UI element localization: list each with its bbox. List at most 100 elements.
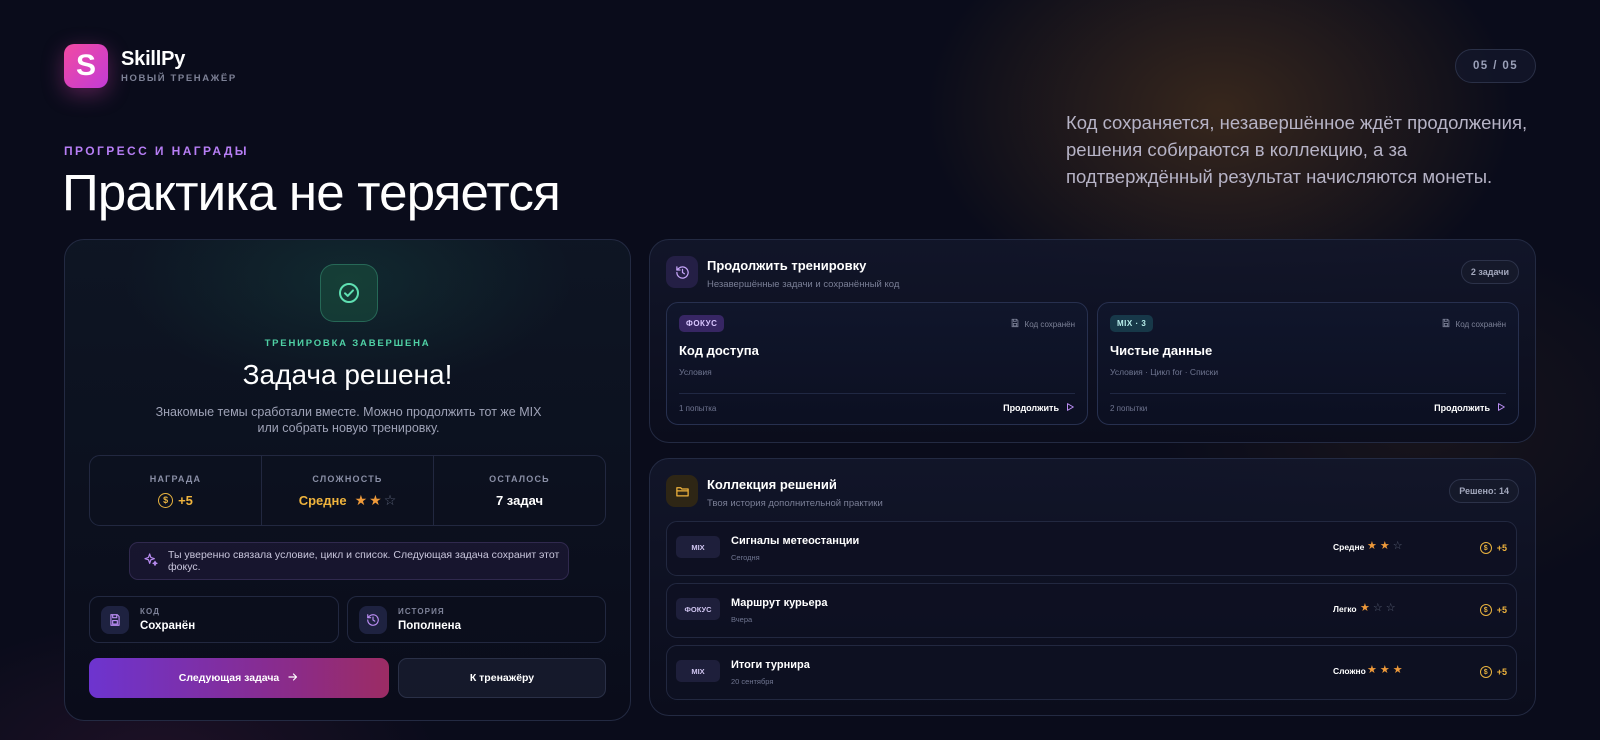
star-filled-icon: ★ [1367,664,1377,676]
solution-name: Итоги турнира [731,659,810,671]
history-value: Пополнена [398,620,461,632]
solution-difficulty: Сложно [1333,666,1366,676]
app-logo: S [64,44,108,88]
task-attempts: 2 попытки [1110,404,1148,413]
page-counter: 05 / 05 [1455,49,1536,83]
task-title: Код доступа [679,343,759,358]
stat-reward-value: +5 [178,492,193,508]
task-tag: ФОКУС [679,315,725,332]
collection-panel: Коллекция решений Твоя история дополните… [649,458,1536,716]
solution-date: 20 сентября [731,677,774,686]
code-status: КОД Сохранён [89,596,339,643]
stat-difficulty-value: Средне [298,492,347,508]
brand[interactable]: S SkillPy НОВЫЙ ТРЕНАЖЁР [64,44,237,88]
task-title: Чистые данные [1110,343,1213,358]
feedback-tip: Ты уверенно связала условие, цикл и спис… [129,542,569,580]
play-icon [1496,402,1506,414]
divider [1110,393,1506,394]
coin-icon: $ [1479,542,1492,554]
solution-name: Сигналы метеостанции [731,535,860,547]
sparkles-icon [143,552,159,571]
save-icon [101,605,129,634]
code-label: КОД [140,607,160,616]
app-name: SkillPy [121,48,186,70]
solution-difficulty: Средне [1333,542,1365,552]
task-tag: MIX · 3 [1110,315,1154,332]
difficulty-stars: ★ ★ ☆ [355,493,397,507]
stat-reward-label: НАГРАДА [149,473,202,484]
next-task-label: Следующая задача [178,672,280,684]
solution-tag: MIX [676,536,720,558]
solution-tag: ФОКУС [676,598,720,620]
check-circle-icon [320,264,378,322]
continue-button[interactable]: Продолжить [1434,402,1506,414]
star-empty-icon: ☆ [383,492,397,508]
stat-reward: НАГРАДА $ +5 [90,456,261,525]
continue-panel-title: Продолжить тренировку [707,258,867,273]
star-empty-icon: ☆ [1372,602,1383,614]
stat-difficulty: СЛОЖНОСТЬ Средне ★ ★ ☆ [261,456,433,525]
task-attempts: 1 попытка [679,404,717,413]
back-to-trainer-button[interactable]: К тренажёру [398,658,606,698]
collection-panel-title: Коллекция решений [707,477,837,492]
stat-remaining-label: ОСТАЛОСЬ [489,473,550,484]
solution-date: Сегодня [731,553,760,562]
save-icon [1010,318,1020,330]
continue-button[interactable]: Продолжить [1003,402,1075,414]
solution-name: Маршрут курьера [731,597,828,609]
coin-icon: $ [1479,666,1492,678]
section-eyebrow: ПРОГРЕСС И НАГРАДЫ [64,144,249,158]
solution-row[interactable]: MIX Сигналы метеостанции Сегодня Средне … [666,521,1517,576]
solution-reward: +5 [1496,667,1507,677]
task-topics: Условия · Цикл for · Списки [1110,367,1219,377]
task-topics: Условия [679,367,712,377]
result-title: Задача решена! [242,359,453,390]
star-filled-icon: ★ [1392,664,1403,676]
stat-remaining-value: 7 задач [495,492,544,508]
star-filled-icon: ★ [1379,540,1390,552]
history-icon [666,256,698,288]
solution-tag: MIX [676,660,720,682]
history-icon [359,605,387,634]
next-task-button[interactable]: Следующая задача [89,658,389,698]
continue-panel: Продолжить тренировку Незавершённые зада… [649,239,1536,443]
star-filled-icon: ★ [1379,664,1390,676]
task-saved-label: Код сохранён [1455,319,1506,329]
code-value: Сохранён [140,620,196,632]
page-title: Практика не теряется [62,164,561,221]
arrow-right-icon [287,671,299,686]
star-filled-icon: ★ [354,492,368,508]
task-saved-label: Код сохранён [1024,319,1075,329]
solution-row[interactable]: ФОКУС Маршрут курьера Вчера Легко ★ ☆ ☆ $ … [666,583,1517,638]
solution-stars: ★ ★ ☆ [1367,541,1403,552]
solved-count-badge: Решено: 14 [1449,479,1519,503]
continue-panel-subtitle: Незавершённые задачи и сохранённый код [707,279,900,290]
solution-row[interactable]: MIX Итоги турнира 20 сентября Сложно ★ ★ ★… [666,645,1517,700]
star-filled-icon: ★ [1360,602,1370,614]
status-label: ТРЕНИРОВКА ЗАВЕРШЕНА [264,338,431,349]
solution-stars: ★ ☆ ☆ [1360,603,1396,614]
task-card[interactable]: ФОКУС Код сохранён Код доступа Условия 1… [666,302,1088,425]
solution-reward: +5 [1496,605,1507,615]
star-filled-icon: ★ [1367,540,1377,552]
star-empty-icon: ☆ [1385,602,1396,614]
history-status: ИСТОРИЯ Пополнена [347,596,606,643]
task-card[interactable]: MIX · 3 Код сохранён Чистые данные Услов… [1097,302,1519,425]
solution-stars: ★ ★ ★ [1367,665,1403,676]
continue-label: Продолжить [1003,403,1059,413]
history-label: ИСТОРИЯ [398,607,445,616]
result-stats: НАГРАДА $ +5 СЛОЖНОСТЬ Средне ★ ★ ☆ ОСТАЛО… [89,455,606,526]
collection-panel-subtitle: Твоя история дополнительной практики [707,498,883,509]
result-card: ТРЕНИРОВКА ЗАВЕРШЕНА Задача решена! Знак… [64,239,631,721]
play-icon [1065,402,1075,414]
page-lead: Код сохраняется, незавершённое ждёт прод… [1066,112,1528,187]
solution-reward: +5 [1496,543,1507,553]
solution-date: Вчера [731,615,753,624]
divider [679,393,1075,394]
star-empty-icon: ☆ [1392,540,1403,552]
result-text: Знакомые темы сработали вместе. Можно пр… [155,405,542,435]
continue-label: Продолжить [1434,403,1490,413]
folder-icon [666,475,698,507]
feedback-tip-text: Ты уверенно связала условие, цикл и спис… [168,549,560,573]
solution-difficulty: Легко [1333,604,1357,614]
